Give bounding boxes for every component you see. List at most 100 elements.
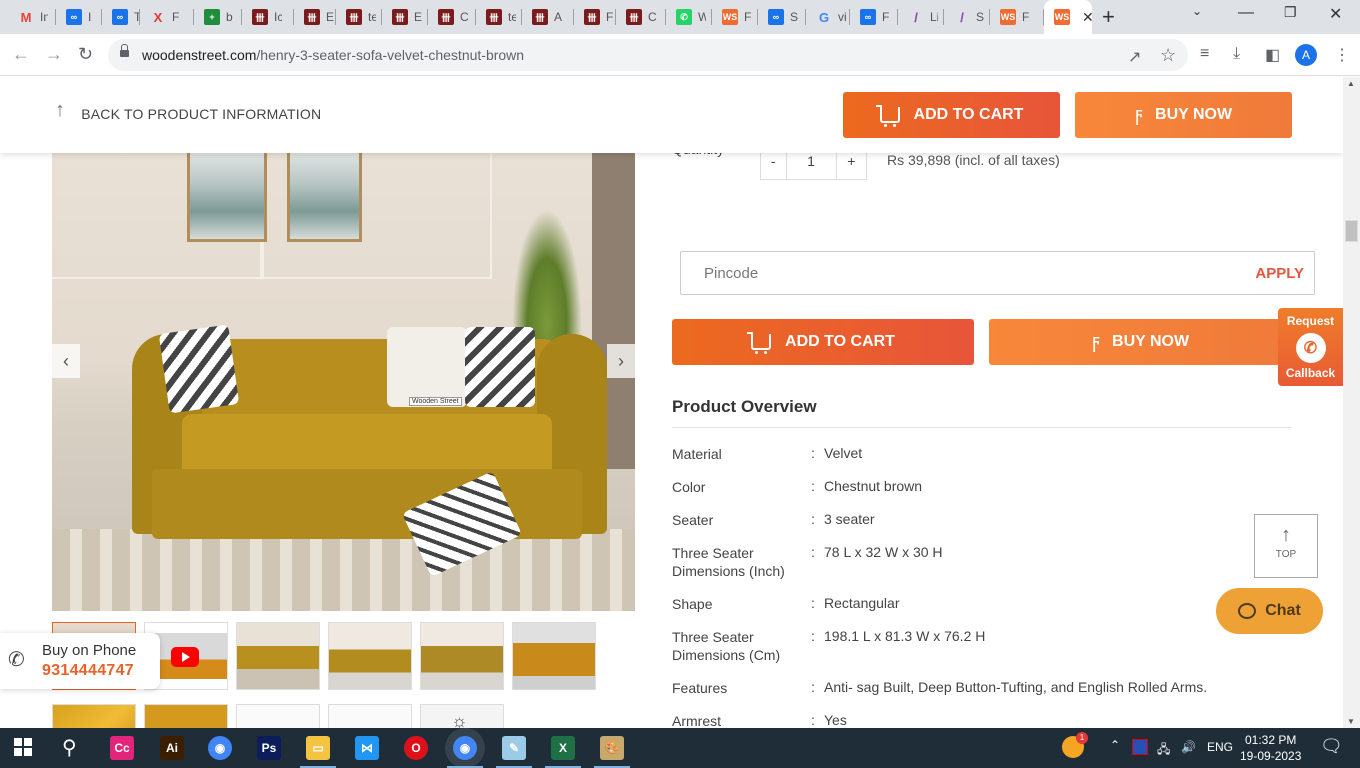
volume-icon[interactable]: 🔊 [1181, 740, 1196, 754]
thumbnail-care[interactable]: ☼ [420, 704, 504, 728]
lock-icon[interactable] [120, 44, 129, 59]
minimize-button[interactable]: — [1238, 4, 1254, 22]
new-tab-button[interactable]: + [1102, 4, 1115, 30]
close-window-button[interactable]: ✕ [1329, 4, 1342, 24]
vscode-icon[interactable]: ⋈ [355, 736, 379, 760]
sticky-add-to-cart-button[interactable]: ADD TO CART [843, 92, 1060, 138]
network-icon[interactable]: 🖧 [1157, 740, 1170, 761]
notepad-icon[interactable]: ✎ [496, 736, 532, 768]
thumbnail[interactable] [512, 622, 596, 690]
search-icon[interactable]: ⚲ [62, 735, 77, 760]
sticky-buy-now-button[interactable]: ϝ BUY NOW [1075, 92, 1292, 138]
share-icon[interactable]: ↗ [1128, 47, 1141, 67]
tab-search-chevron-icon[interactable]: ⌄ [1192, 4, 1202, 18]
thumbnail-fabric[interactable] [52, 704, 136, 728]
paint-icon[interactable]: 🎨 [594, 736, 630, 768]
browser-tab[interactable]: ✆ W [666, 0, 712, 34]
browser-tab[interactable]: 卌 Fa [574, 0, 616, 34]
request-callback-button[interactable]: Request ✆ Callback [1278, 308, 1343, 386]
language-indicator[interactable]: ENG [1207, 740, 1233, 754]
google-icon: G [818, 9, 830, 25]
chevron-pillow [158, 324, 240, 414]
browser-tab[interactable]: ∞Ta [102, 0, 140, 34]
browser-tab[interactable]: 卌 Ic [242, 0, 294, 34]
thumbnail[interactable] [236, 622, 320, 690]
opera-icon[interactable]: O [404, 736, 428, 760]
back-to-top-button[interactable]: ↑ TOP [1254, 514, 1318, 578]
scrollbar-thumb[interactable] [1345, 220, 1358, 242]
address-bar[interactable]: woodenstreet.com/henry-3-seater-sofa-vel… [108, 39, 1188, 71]
spec-separator: : [811, 478, 815, 494]
next-image-button[interactable]: › [607, 344, 635, 378]
buy-now-button[interactable]: ϝ BUY NOW [989, 319, 1292, 365]
wall-art-frame [187, 149, 267, 242]
browser-tab[interactable]: X Fi [140, 0, 194, 34]
back-arrow-icon[interactable]: ← [12, 44, 30, 65]
reading-list-icon[interactable]: ≡ [1200, 45, 1209, 63]
arrow-up-icon: ↑ [55, 99, 66, 121]
file-explorer-icon[interactable]: ▭ [300, 736, 336, 768]
prev-image-button[interactable]: ‹ [52, 344, 80, 378]
scroll-up-arrow-icon[interactable]: ▲ [1347, 79, 1355, 88]
browser-tab[interactable]: + b [194, 0, 242, 34]
scroll-down-arrow-icon[interactable]: ▼ [1347, 717, 1355, 726]
chat-button[interactable]: Chat [1216, 588, 1323, 634]
product-page: Wooden Street ‹ › ☼ ✆ Buy on Phone 93144… [0, 77, 1343, 728]
chrome-icon[interactable]: ◉ [208, 736, 232, 760]
excel-icon[interactable]: X [545, 736, 581, 768]
reload-icon[interactable]: ↻ [78, 44, 93, 65]
thumbnail[interactable] [328, 622, 412, 690]
creative-cloud-icon[interactable]: Cc [110, 736, 134, 760]
thumbnail[interactable] [420, 622, 504, 690]
browser-tab[interactable]: Gvi [806, 0, 850, 34]
buy-on-phone-widget[interactable]: ✆ Buy on Phone 9314444747 [0, 633, 160, 689]
bookmark-star-icon[interactable]: ☆ [1160, 45, 1176, 66]
close-tab-icon[interactable]: ✕ [1082, 9, 1094, 26]
browser-tab[interactable]: / Li [898, 0, 944, 34]
browser-tab[interactable]: 卌 te [476, 0, 522, 34]
thumbnail-fabric[interactable] [144, 704, 228, 728]
back-to-product-info-link[interactable]: ↑ BACK TO PRODUCT INFORMATION [55, 99, 321, 122]
add-to-cart-button[interactable]: ADD TO CART [672, 319, 974, 365]
browser-tab[interactable]: 卌C [616, 0, 666, 34]
apply-pincode-button[interactable]: APPLY [1255, 265, 1304, 282]
browser-tab[interactable]: 卌 te [336, 0, 382, 34]
browser-tab[interactable]: M In [8, 0, 56, 34]
windows-start-icon[interactable] [14, 738, 32, 756]
product-main-image[interactable]: Wooden Street ‹ › [52, 149, 635, 611]
forward-arrow-icon[interactable]: → [45, 44, 63, 65]
thumbnail-dimension[interactable] [328, 704, 412, 728]
chrome-profile-icon[interactable]: ◉ [447, 736, 483, 768]
show-hidden-icons-chevron-icon[interactable]: ⌃ [1110, 738, 1120, 752]
browser-tab[interactable]: WS Fa [712, 0, 758, 34]
download-icon[interactable]: ⤓ [1233, 45, 1240, 63]
notification-center-icon[interactable]: 🗨 [1320, 736, 1343, 757]
tray-app-icon[interactable] [1132, 739, 1148, 755]
page-scrollbar[interactable]: ▲ ▼ [1343, 77, 1360, 728]
menu-kebab-icon[interactable]: ⋮ [1334, 45, 1350, 65]
browser-tab[interactable]: 卌C [428, 0, 476, 34]
thumbnail-dimension[interactable] [236, 704, 320, 728]
side-panel-icon[interactable]: ◧ [1265, 45, 1280, 65]
weather-icon[interactable]: 1 [1062, 732, 1088, 758]
browser-tab[interactable]: 卌A [522, 0, 574, 34]
pincode-input[interactable]: Pincode APPLY [680, 251, 1315, 295]
photoshop-icon[interactable]: Ps [257, 736, 281, 760]
profile-avatar[interactable]: A [1295, 44, 1317, 66]
buy-on-phone-number[interactable]: 9314444747 [42, 662, 134, 680]
browser-tab[interactable]: ∞ S [758, 0, 806, 34]
browser-tab[interactable]: WS Fa [990, 0, 1044, 34]
browser-tab[interactable]: 卌E [294, 0, 336, 34]
browser-tab[interactable]: / S [944, 0, 990, 34]
tab-title: C [648, 10, 656, 24]
browser-tab[interactable]: 卌E [382, 0, 428, 34]
infinity-icon: ∞ [112, 9, 128, 25]
illustrator-icon[interactable]: Ai [160, 736, 184, 760]
system-clock[interactable]: 01:32 PM 19-09-2023 [1240, 732, 1301, 764]
browser-tab[interactable]: ∞ I [56, 0, 102, 34]
tab-title: Fa [606, 10, 614, 24]
restore-button[interactable]: ❐ [1284, 4, 1297, 21]
browser-tab[interactable]: ∞ Fi [850, 0, 898, 34]
browser-tab[interactable]: WS ✕ [1044, 0, 1094, 34]
url-text[interactable]: woodenstreet.com/henry-3-seater-sofa-vel… [142, 47, 524, 63]
